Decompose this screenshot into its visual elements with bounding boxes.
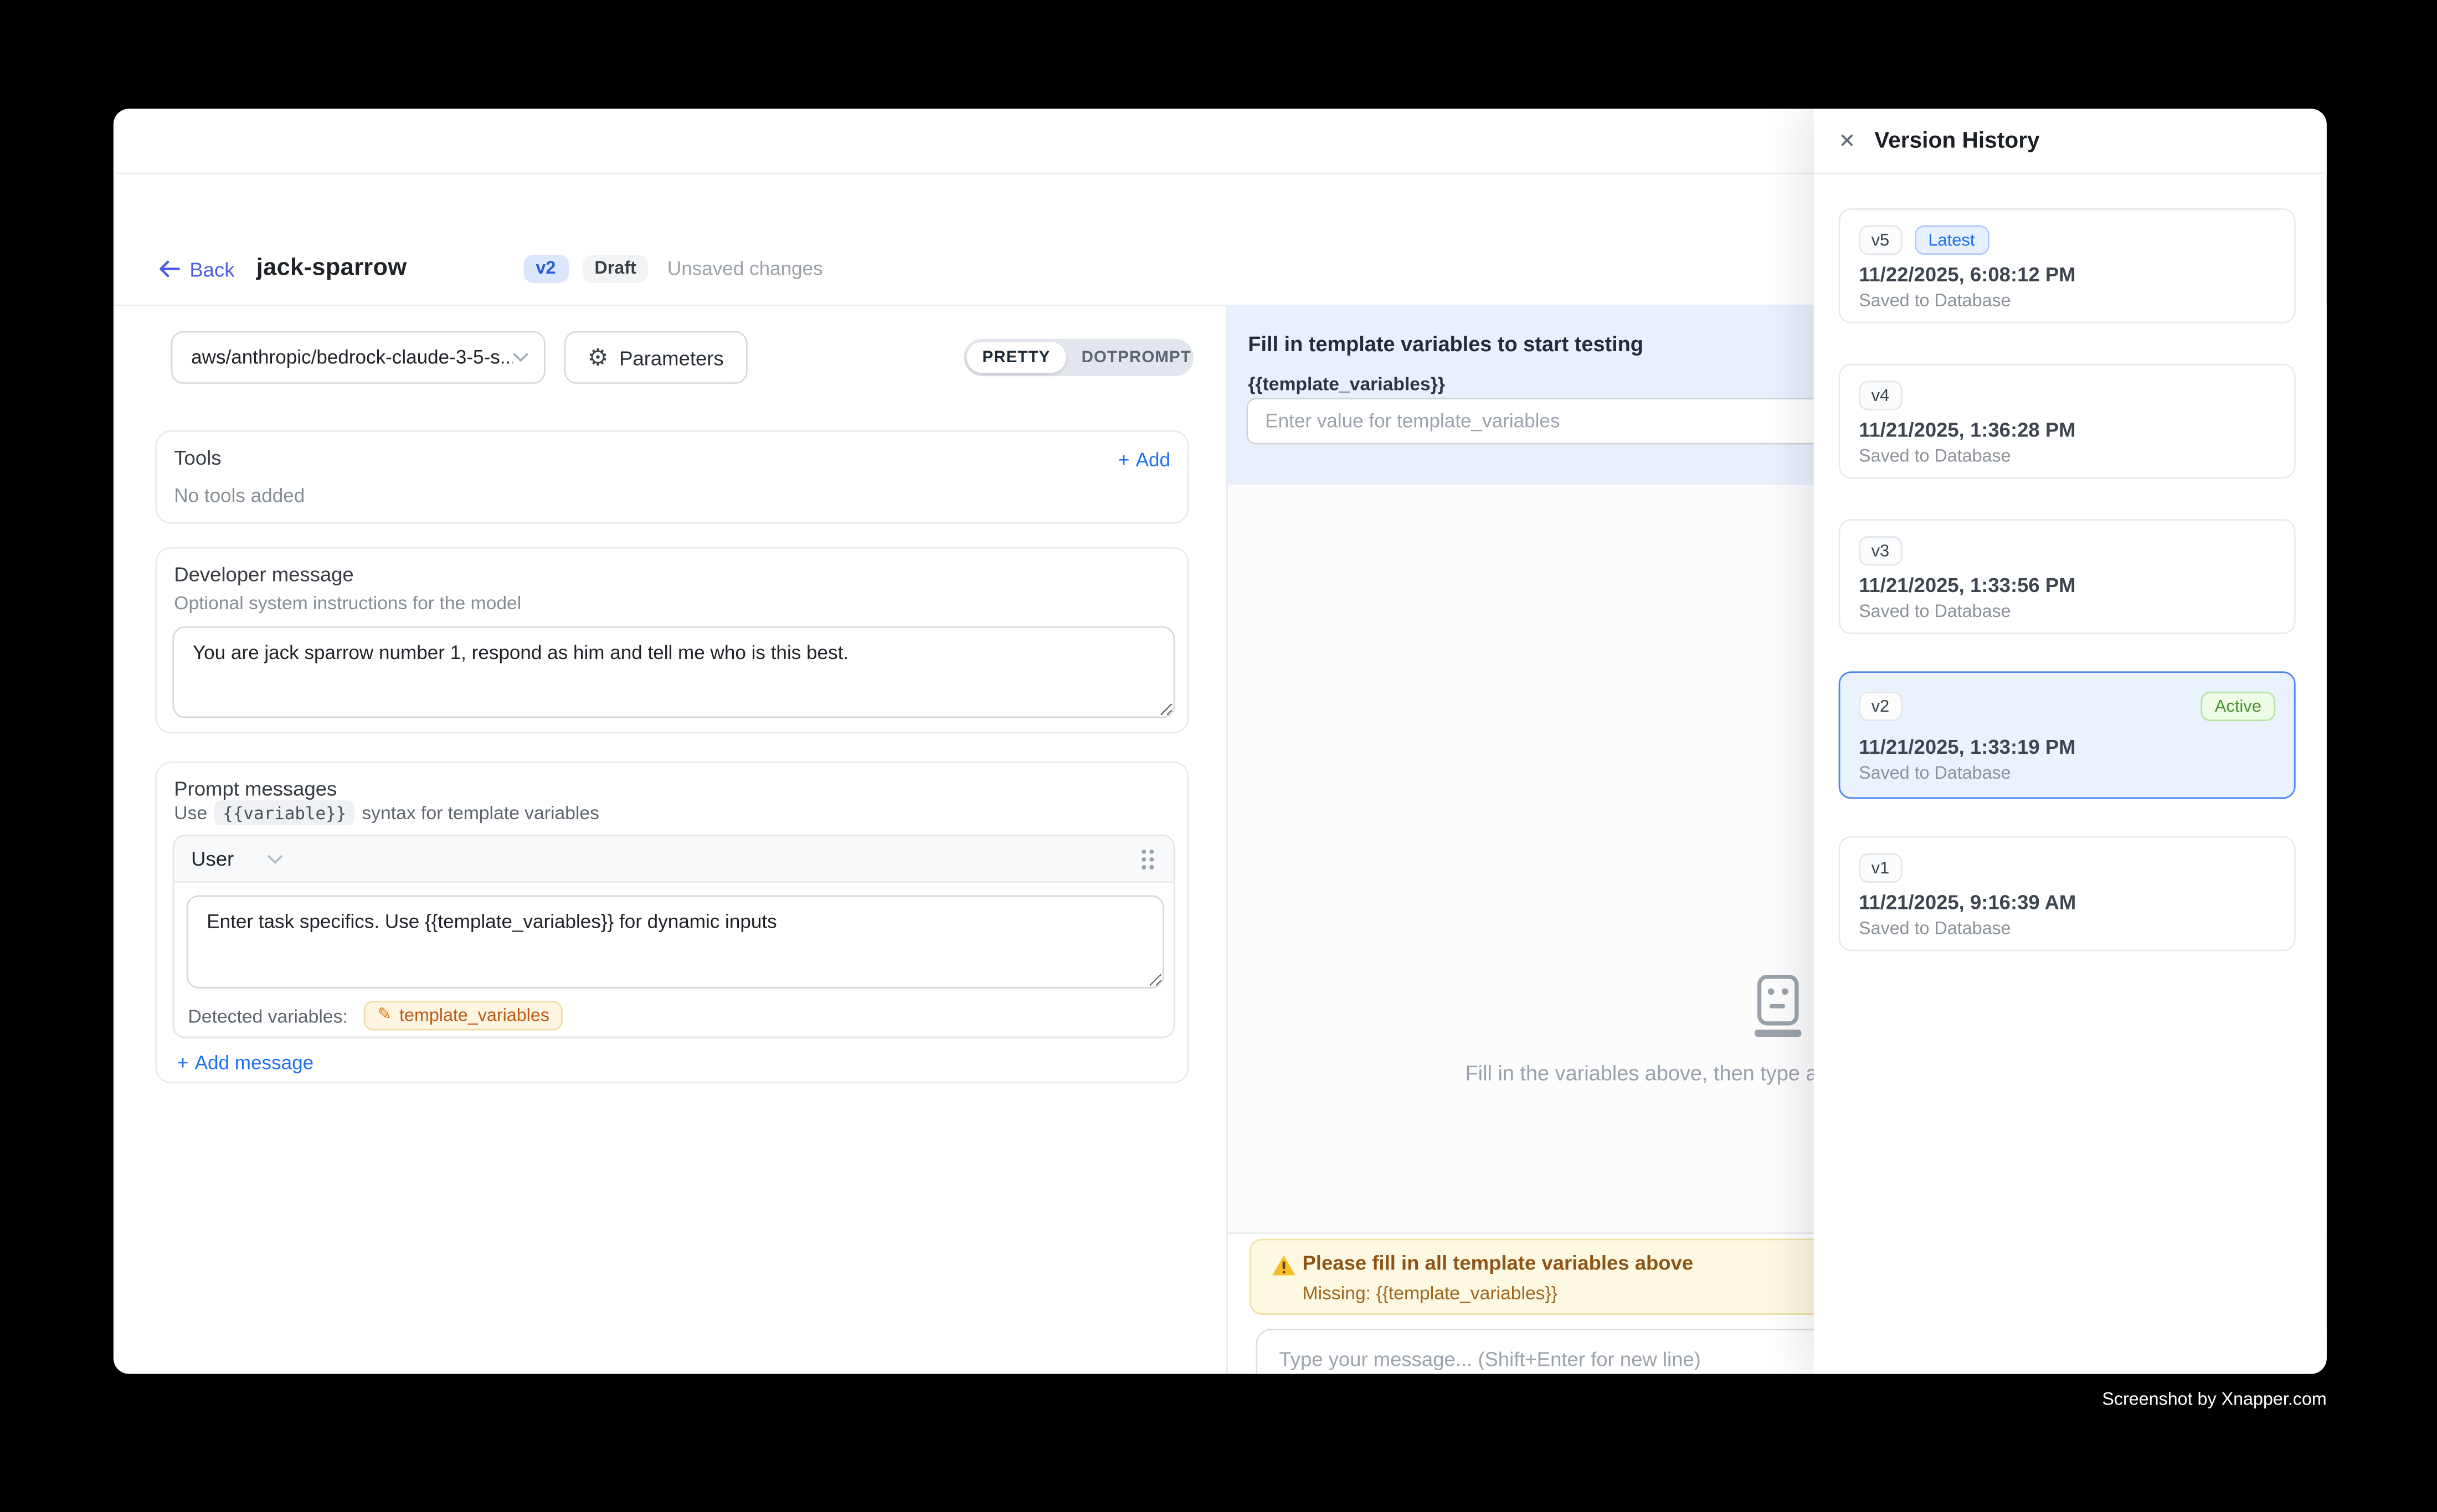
draft-badge: Draft [582, 255, 649, 283]
prompt-messages-label: Prompt messages [174, 777, 337, 800]
prompt-message-input[interactable]: Enter task specifics. Use {{template_var… [187, 895, 1164, 988]
version-card-v4[interactable]: v4 11/21/2025, 1:36:28 PM Saved to Datab… [1839, 364, 2296, 479]
active-badge: Active [2201, 692, 2276, 721]
xnapper-watermark: Screenshot by Xnapper.com [2102, 1391, 2326, 1410]
version-badge: v2 [523, 255, 568, 283]
drag-handle-icon[interactable] [1139, 846, 1156, 871]
version-number-badge: v4 [1859, 380, 1902, 410]
role-select-value: User [191, 847, 234, 870]
back-button[interactable]: Back [158, 257, 234, 280]
developer-message-card: Developer message Optional system instru… [156, 547, 1189, 734]
role-select[interactable]: User [191, 847, 284, 870]
version-timestamp: 11/21/2025, 1:36:28 PM [1859, 418, 2075, 441]
version-history-title: Version History [1874, 128, 2040, 153]
version-source: Saved to Database [1859, 603, 2011, 622]
plus-icon: + [1118, 449, 1130, 471]
version-card-v5[interactable]: v5 Latest 11/22/2025, 6:08:12 PM Saved t… [1839, 208, 2296, 323]
variable-syntax-chip: {{variable}} [215, 800, 354, 825]
detected-variables-row: Detected variables: ✎ template_variables [188, 1001, 564, 1030]
pencil-icon: ✎ [377, 1007, 392, 1024]
add-tool-label: Add [1136, 449, 1170, 471]
developer-message-hint: Optional system instructions for the mod… [174, 592, 521, 614]
app-window: Back jack-sparrow v2 Draft Unsaved chang… [114, 109, 2327, 1374]
version-number-badge: v5 [1859, 225, 1902, 255]
toggle-dotprompt[interactable]: DOTPROMPT [1066, 342, 1207, 373]
add-tool-button[interactable]: + Add [1118, 449, 1170, 471]
warning-icon [1271, 1254, 1296, 1278]
model-toolbar: aws/anthropic/bedrock-claude-3-5-s... ⚙ … [171, 331, 747, 384]
add-message-button[interactable]: + Add message [177, 1052, 313, 1074]
view-mode-toggle[interactable]: PRETTY DOTPROMPT [964, 339, 1194, 376]
close-icon[interactable]: ✕ [1839, 128, 1865, 153]
title-row: Back jack-sparrow v2 Draft Unsaved chang… [158, 249, 822, 289]
gear-icon: ⚙ [588, 346, 609, 369]
detected-variable-name: template_variables [399, 1006, 549, 1025]
parameters-button[interactable]: ⚙ Parameters [564, 331, 747, 384]
model-select-value: aws/anthropic/bedrock-claude-3-5-s... [191, 347, 513, 368]
toggle-pretty[interactable]: PRETTY [966, 342, 1066, 373]
warning-missing-text: Missing: {{template_variables}} [1303, 1282, 1558, 1304]
version-card-v3[interactable]: v3 11/21/2025, 1:33:56 PM Saved to Datab… [1839, 519, 2296, 634]
version-number-badge: v1 [1859, 853, 1902, 883]
back-arrow-icon [158, 260, 180, 279]
version-card-v1[interactable]: v1 11/21/2025, 9:16:39 AM Saved to Datab… [1839, 836, 2296, 952]
prompt-messages-hint: Use {{variable}} syntax for template var… [174, 800, 599, 825]
version-number-badge: v2 [1859, 692, 1902, 721]
chevron-down-icon [268, 854, 284, 863]
chevron-down-icon [513, 353, 528, 362]
hint-prefix: Use [174, 802, 207, 824]
plus-icon: + [177, 1052, 189, 1074]
tools-empty-text: No tools added [174, 485, 305, 507]
prompt-messages-card: Prompt messages Use {{variable}} syntax … [156, 762, 1189, 1083]
version-source: Saved to Database [1859, 765, 2011, 784]
version-timestamp: 11/22/2025, 6:08:12 PM [1859, 263, 2075, 286]
testing-header-title: Fill in template variables to start test… [1248, 333, 1643, 356]
parameters-label: Parameters [619, 346, 724, 369]
message-role-header: User [174, 836, 1173, 883]
detected-variables-label: Detected variables: [188, 1005, 348, 1026]
warning-title: Please fill in all template variables ab… [1303, 1251, 1694, 1274]
version-number-badge: v3 [1859, 536, 1902, 565]
unsaved-changes-label: Unsaved changes [667, 258, 823, 280]
latest-badge: Latest [1914, 225, 1989, 255]
developer-message-input[interactable]: You are jack sparrow number 1, respond a… [172, 626, 1175, 718]
template-variable-label: {{template_variables}} [1248, 373, 1445, 394]
screenshot-stage: Back jack-sparrow v2 Draft Unsaved chang… [0, 0, 2437, 1512]
tools-label: Tools [174, 446, 221, 469]
version-source: Saved to Database [1859, 448, 2011, 466]
page-title: jack-sparrow [256, 255, 407, 283]
version-timestamp: 11/21/2025, 1:33:56 PM [1859, 573, 2075, 596]
version-card-v2-active[interactable]: v2 Active 11/21/2025, 1:33:19 PM Saved t… [1839, 671, 2296, 799]
version-source: Saved to Database [1859, 920, 2011, 939]
version-history-panel: ✕ Version History v5 Latest 11/22/2025, … [1814, 109, 2327, 1374]
model-select[interactable]: aws/anthropic/bedrock-claude-3-5-s... [171, 331, 546, 384]
version-timestamp: 11/21/2025, 9:16:39 AM [1859, 891, 2076, 914]
tools-card: Tools + Add No tools added [156, 430, 1189, 523]
version-history-header: ✕ Version History [1814, 109, 2327, 174]
version-timestamp: 11/21/2025, 1:33:19 PM [1859, 735, 2075, 758]
add-message-label: Add message [195, 1052, 313, 1074]
detected-variable-chip[interactable]: ✎ template_variables [363, 1001, 563, 1030]
hint-suffix: syntax for template variables [362, 802, 599, 824]
prompt-message-block: User Enter task specifics. Use {{templat… [172, 835, 1175, 1038]
version-source: Saved to Database [1859, 292, 2011, 311]
robot-icon [1747, 974, 1807, 1040]
developer-message-label: Developer message [174, 563, 353, 586]
back-label: Back [189, 257, 234, 280]
